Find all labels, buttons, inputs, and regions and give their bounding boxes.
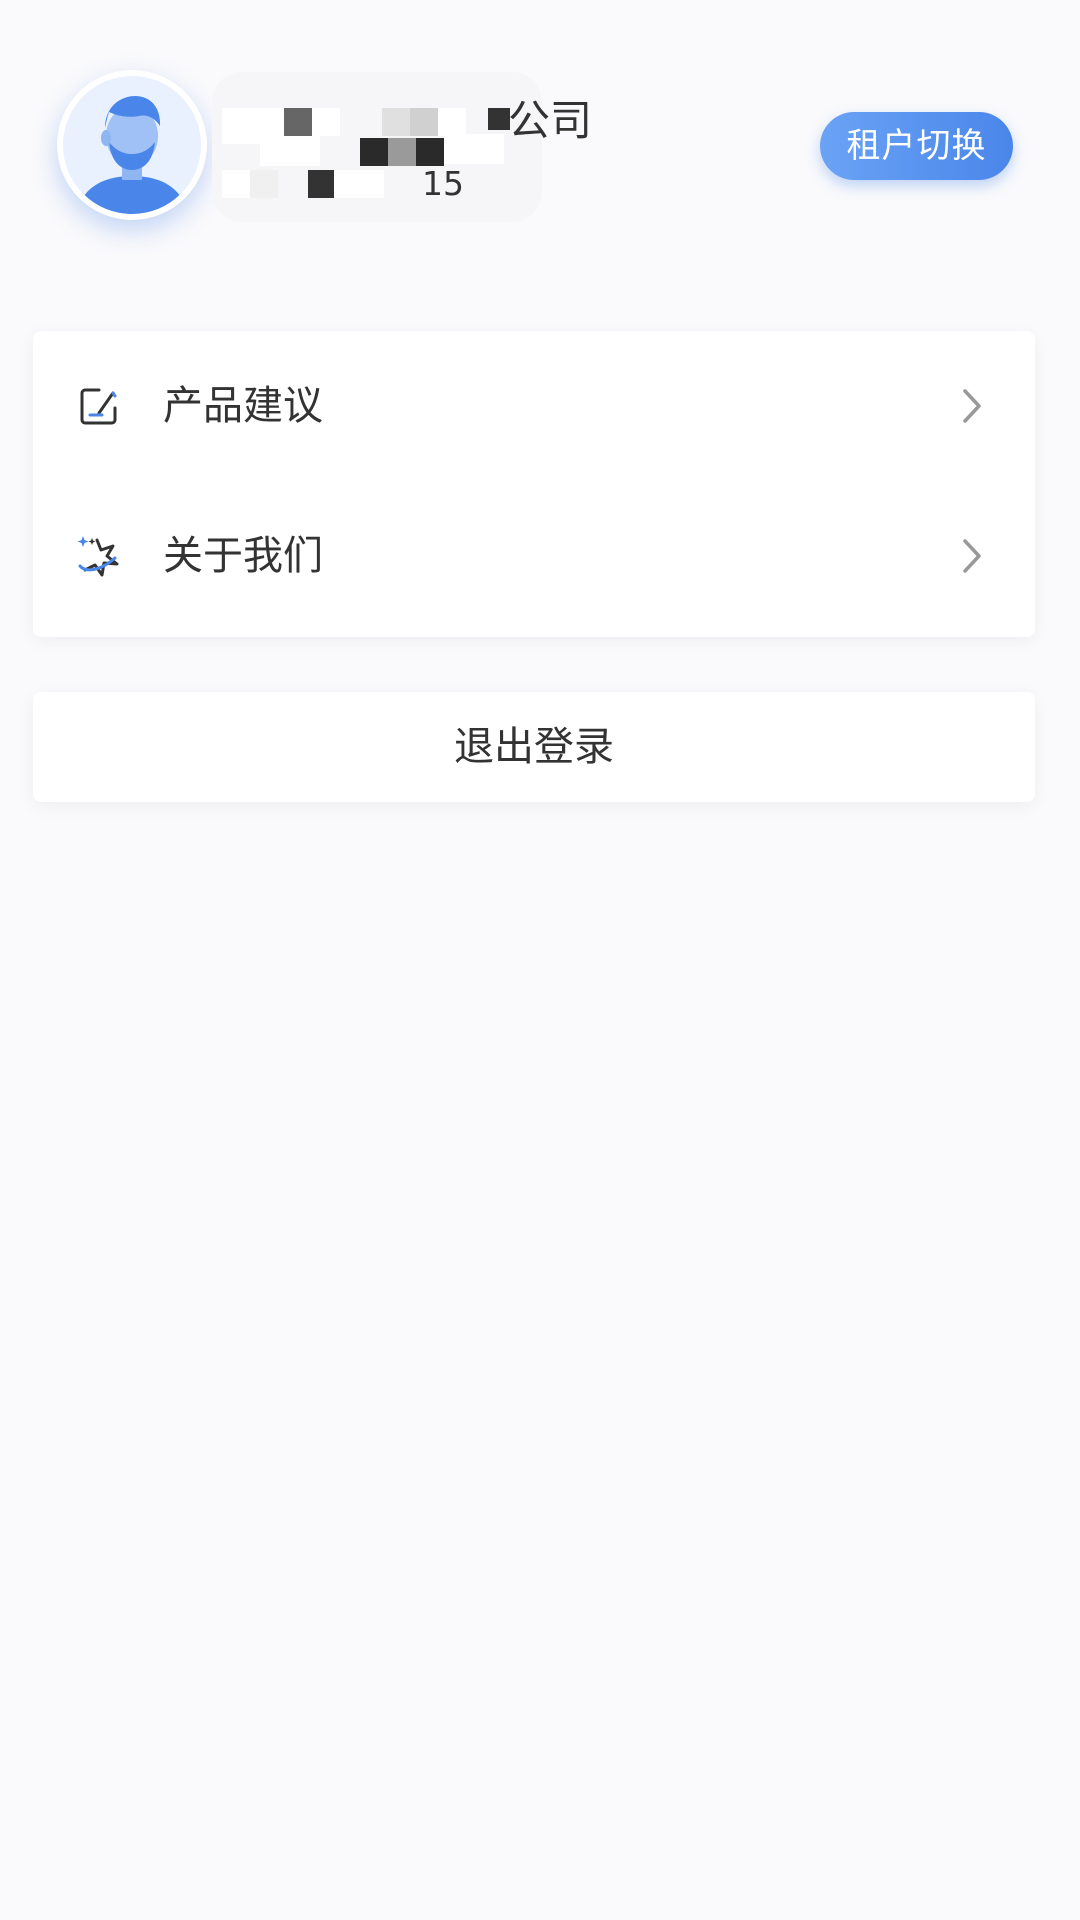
logout-button[interactable]: 退出登录 bbox=[33, 692, 1035, 802]
chevron-right-icon bbox=[963, 539, 981, 573]
star-sparkle-icon bbox=[77, 536, 119, 577]
company-name: 公司 bbox=[508, 96, 593, 145]
chevron-right-icon bbox=[963, 389, 981, 423]
user-avatar-icon bbox=[63, 76, 201, 214]
tenant-switch-button[interactable]: 租户切换 bbox=[820, 112, 1013, 180]
avatar[interactable] bbox=[57, 70, 207, 220]
menu-item-label: 产品建议 bbox=[163, 383, 323, 429]
menu-item-about-us[interactable]: 关于我们 bbox=[33, 481, 1035, 631]
menu-card: 产品建议 关于我们 bbox=[33, 331, 1035, 637]
feedback-edit-icon bbox=[80, 388, 117, 425]
menu-item-product-suggestion[interactable]: 产品建议 bbox=[33, 331, 1035, 481]
menu-item-label: 关于我们 bbox=[163, 533, 323, 579]
company-sub-text: 15 bbox=[422, 164, 464, 203]
redacted-mosaic bbox=[212, 72, 542, 222]
company-info: 公司 15 bbox=[212, 72, 612, 222]
profile-header: 公司 15 租户切换 bbox=[0, 0, 1080, 300]
